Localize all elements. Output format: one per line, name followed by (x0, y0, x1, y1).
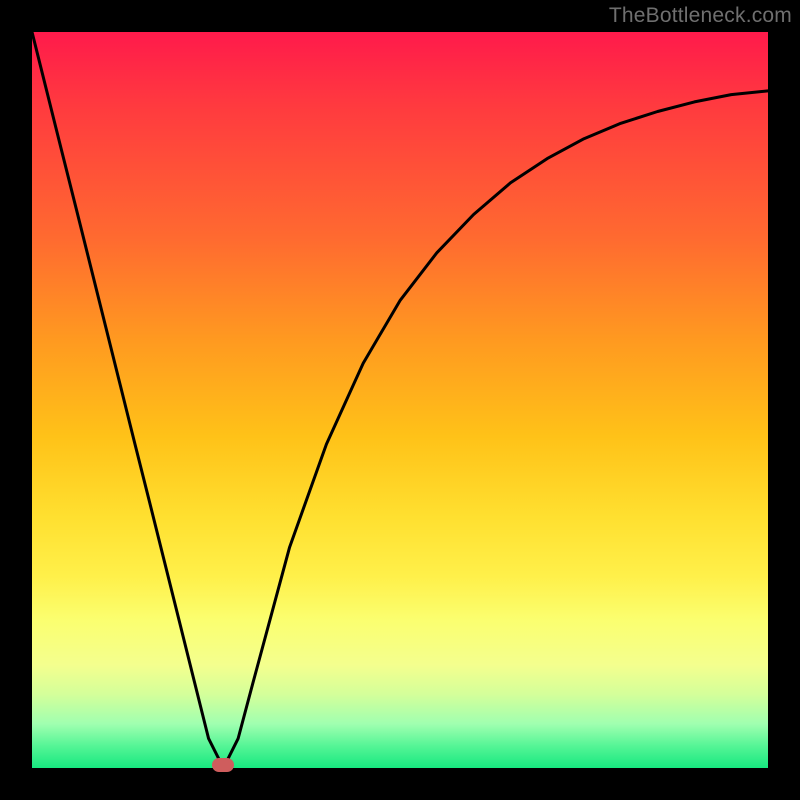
curve-svg (32, 32, 768, 768)
watermark-text: TheBottleneck.com (609, 4, 792, 28)
chart-frame: TheBottleneck.com (0, 0, 800, 800)
minimum-marker (212, 758, 234, 772)
bottleneck-curve (32, 32, 768, 768)
plot-area (32, 32, 768, 768)
